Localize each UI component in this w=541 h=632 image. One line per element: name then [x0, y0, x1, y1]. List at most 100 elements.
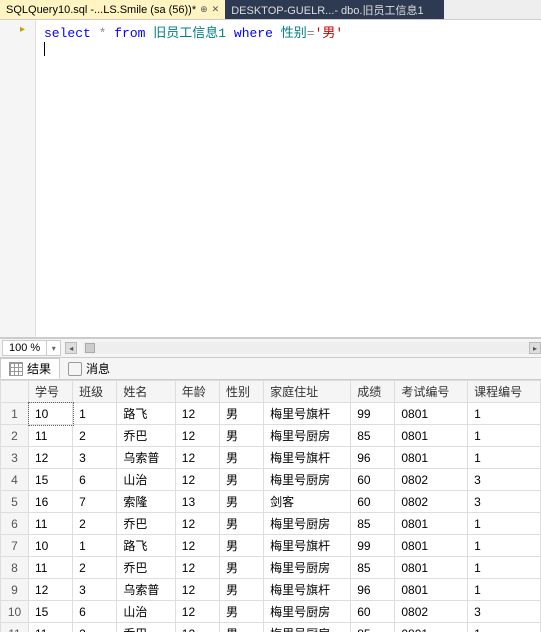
cell[interactable]: 男	[219, 623, 263, 632]
row-header[interactable]: 5	[1, 491, 29, 513]
cell[interactable]: 12	[175, 557, 219, 579]
cell[interactable]: 1	[468, 447, 541, 469]
cell[interactable]: 3	[73, 579, 117, 601]
table-row[interactable]: 5167索隆13男剑客6008023	[1, 491, 541, 513]
horizontal-scrollbar[interactable]	[83, 342, 529, 354]
cell[interactable]: 12	[175, 535, 219, 557]
cell[interactable]: 12	[175, 601, 219, 623]
column-header[interactable]: 班级	[73, 381, 117, 403]
row-header[interactable]: 9	[1, 579, 29, 601]
cell[interactable]: 3	[468, 469, 541, 491]
tab-active-query[interactable]: SQLQuery10.sql -...LS.Smile (sa (56))* ⊕…	[0, 0, 225, 19]
cell[interactable]: 梅里号厨房	[264, 425, 351, 447]
cell[interactable]: 0801	[395, 447, 468, 469]
cell[interactable]: 2	[73, 557, 117, 579]
cell[interactable]: 15	[29, 469, 73, 491]
cell[interactable]: 2	[73, 513, 117, 535]
cell[interactable]: 85	[351, 557, 395, 579]
cell[interactable]: 1	[73, 535, 117, 557]
row-header[interactable]: 8	[1, 557, 29, 579]
column-header[interactable]: 姓名	[117, 381, 175, 403]
row-header[interactable]: 4	[1, 469, 29, 491]
cell[interactable]: 0802	[395, 601, 468, 623]
cell[interactable]: 路飞	[117, 403, 175, 425]
cell[interactable]: 3	[73, 447, 117, 469]
cell[interactable]: 15	[29, 601, 73, 623]
cell[interactable]: 11	[29, 557, 73, 579]
cell[interactable]: 梅里号厨房	[264, 513, 351, 535]
cell[interactable]: 85	[351, 623, 395, 632]
corner-cell[interactable]	[1, 381, 29, 403]
cell[interactable]: 1	[468, 513, 541, 535]
cell[interactable]: 10	[29, 403, 73, 425]
table-row[interactable]: 10156山治12男梅里号厨房6008023	[1, 601, 541, 623]
pin-icon[interactable]: ⊕	[200, 4, 208, 15]
cell[interactable]: 11	[29, 623, 73, 632]
cell[interactable]: 12	[175, 579, 219, 601]
tab-messages[interactable]: 消息	[60, 358, 118, 379]
cell[interactable]: 0802	[395, 469, 468, 491]
tab-table-designer[interactable]: DESKTOP-GUELR...- dbo.旧员工信息1	[225, 0, 443, 19]
column-header[interactable]: 性别	[219, 381, 263, 403]
zoom-dropdown[interactable]: ▾	[47, 340, 61, 356]
cell[interactable]: 路飞	[117, 535, 175, 557]
table-row[interactable]: 2112乔巴12男梅里号厨房8508011	[1, 425, 541, 447]
cell[interactable]: 梅里号旗杆	[264, 403, 351, 425]
cell[interactable]: 11	[29, 425, 73, 447]
cell[interactable]: 96	[351, 447, 395, 469]
table-row[interactable]: 1101路飞12男梅里号旗杆9908011	[1, 403, 541, 425]
cell[interactable]: 男	[219, 557, 263, 579]
cell[interactable]: 男	[219, 513, 263, 535]
cell[interactable]: 男	[219, 469, 263, 491]
cell[interactable]: 0801	[395, 513, 468, 535]
cell[interactable]: 梅里号旗杆	[264, 447, 351, 469]
cell[interactable]: 索隆	[117, 491, 175, 513]
cell[interactable]: 梅里号厨房	[264, 623, 351, 632]
cell[interactable]: 1	[468, 557, 541, 579]
row-header[interactable]: 11	[1, 623, 29, 632]
cell[interactable]: 0801	[395, 579, 468, 601]
table-row[interactable]: 7101路飞12男梅里号旗杆9908011	[1, 535, 541, 557]
table-row[interactable]: 6112乔巴12男梅里号厨房8508011	[1, 513, 541, 535]
cell[interactable]: 2	[73, 623, 117, 632]
row-header[interactable]: 3	[1, 447, 29, 469]
cell[interactable]: 0801	[395, 425, 468, 447]
cell[interactable]: 1	[468, 425, 541, 447]
cell[interactable]: 男	[219, 491, 263, 513]
cell[interactable]: 2	[73, 425, 117, 447]
cell[interactable]: 剑客	[264, 491, 351, 513]
cell[interactable]: 山治	[117, 469, 175, 491]
row-header[interactable]: 6	[1, 513, 29, 535]
cell[interactable]: 0802	[395, 491, 468, 513]
cell[interactable]: 7	[73, 491, 117, 513]
cell[interactable]: 16	[29, 491, 73, 513]
scroll-right-icon[interactable]: ▸	[529, 342, 541, 354]
cell[interactable]: 96	[351, 579, 395, 601]
cell[interactable]: 13	[175, 491, 219, 513]
cell[interactable]: 乔巴	[117, 425, 175, 447]
cell[interactable]: 男	[219, 601, 263, 623]
cell[interactable]: 85	[351, 513, 395, 535]
cell[interactable]: 1	[468, 579, 541, 601]
cell[interactable]: 梅里号旗杆	[264, 535, 351, 557]
cell[interactable]: 85	[351, 425, 395, 447]
code-textarea[interactable]: select * from 旧员工信息1 where 性别='男'	[36, 20, 541, 337]
scroll-thumb[interactable]	[85, 343, 95, 353]
table-row[interactable]: 8112乔巴12男梅里号厨房8508011	[1, 557, 541, 579]
close-icon[interactable]: ✕	[212, 4, 220, 15]
results-grid[interactable]: 学号班级姓名年龄性别家庭住址成绩考试编号课程编号 1101路飞12男梅里号旗杆9…	[0, 380, 541, 632]
cell[interactable]: 12	[175, 623, 219, 632]
column-header[interactable]: 家庭住址	[264, 381, 351, 403]
row-header[interactable]: 7	[1, 535, 29, 557]
table-row[interactable]: 9123乌索普12男梅里号旗杆9608011	[1, 579, 541, 601]
table-row[interactable]: 11112乔巴12男梅里号厨房8508011	[1, 623, 541, 632]
cell[interactable]: 乔巴	[117, 513, 175, 535]
column-header[interactable]: 成绩	[351, 381, 395, 403]
column-header[interactable]: 课程编号	[468, 381, 541, 403]
cell[interactable]: 60	[351, 469, 395, 491]
cell[interactable]: 男	[219, 579, 263, 601]
cell[interactable]: 男	[219, 535, 263, 557]
cell[interactable]: 11	[29, 513, 73, 535]
cell[interactable]: 男	[219, 425, 263, 447]
cell[interactable]: 3	[468, 601, 541, 623]
